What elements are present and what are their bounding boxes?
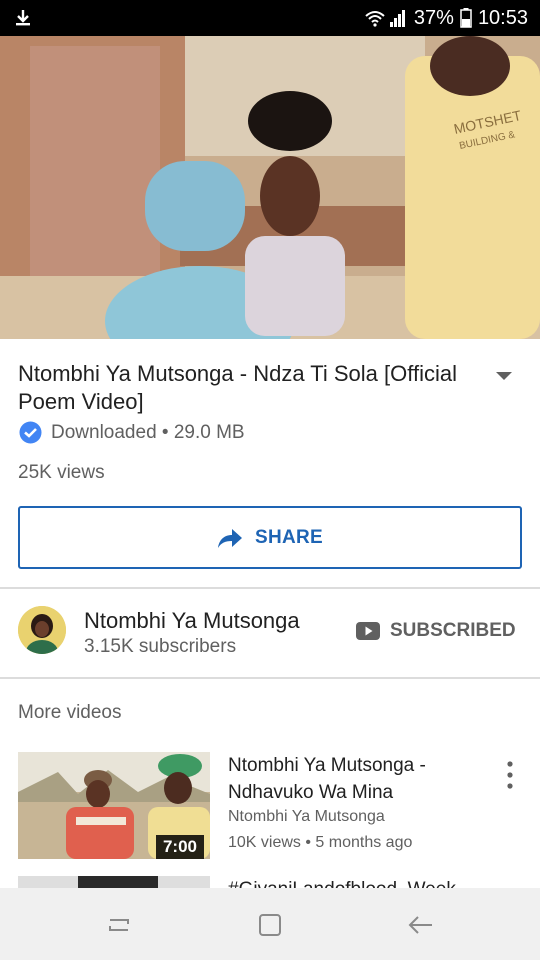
download-status-text: Downloaded • 29.0 MB [51, 421, 245, 443]
battery-icon [460, 8, 472, 28]
more-options-icon[interactable] [500, 760, 520, 790]
subscribed-label: SUBSCRIBED [390, 620, 516, 641]
channel-avatar[interactable] [18, 606, 66, 654]
system-navigation-bar [0, 888, 540, 960]
video-frame-illustration: MOTSHET BUILDING & [0, 36, 540, 339]
subscribed-button[interactable]: SUBSCRIBED [356, 620, 516, 642]
view-count: 25K views [18, 462, 105, 483]
share-button[interactable]: SHARE [18, 506, 522, 569]
video-player[interactable]: MOTSHET BUILDING & [0, 36, 540, 339]
video-duration: 7:00 [155, 835, 204, 859]
wifi-signal-icon [365, 10, 405, 27]
divider [0, 587, 540, 589]
video-item-meta: 10K views • 5 months ago [228, 834, 413, 851]
channel-row[interactable]: Ntombhi Ya Mutsonga 3.15K subscribers SU… [0, 590, 540, 676]
recent-apps-icon[interactable] [104, 910, 134, 940]
back-arrow-icon[interactable] [406, 910, 436, 940]
video-title-area: Ntombhi Ya Mutsonga - Ndza Ti Sola [Offi… [18, 360, 478, 416]
video-title: Ntombhi Ya Mutsonga - Ndza Ti Sola [Offi… [18, 361, 457, 414]
video-item-title[interactable]: Ntombhi Ya Mutsonga - Ndhavuko Wa Mina [228, 752, 490, 806]
divider [0, 677, 540, 679]
status-bar: 37% 10:53 [0, 0, 540, 36]
battery-percent: 37% [413, 6, 454, 29]
share-label: SHARE [254, 526, 323, 548]
home-icon[interactable] [255, 910, 285, 940]
video-thumbnail[interactable]: 7:00 [18, 752, 210, 859]
youtube-play-icon [356, 622, 380, 640]
subscriber-count: 3.15K subscribers [84, 636, 237, 657]
share-arrow-icon [217, 528, 242, 548]
list-item[interactable]: 7:00 Ntombhi Ya Mutsonga - Ndhavuko Wa M… [0, 752, 540, 872]
video-item-channel: Ntombhi Ya Mutsonga [228, 808, 385, 825]
clock: 10:53 [477, 6, 528, 29]
downloaded-check-icon [19, 421, 42, 444]
download-status: Downloaded • 29.0 MB [18, 420, 245, 445]
download-notification-icon [16, 10, 30, 26]
more-videos-heading: More videos [18, 702, 122, 723]
channel-name[interactable]: Ntombhi Ya Mutsonga [84, 608, 300, 634]
chevron-down-icon[interactable] [492, 366, 516, 386]
